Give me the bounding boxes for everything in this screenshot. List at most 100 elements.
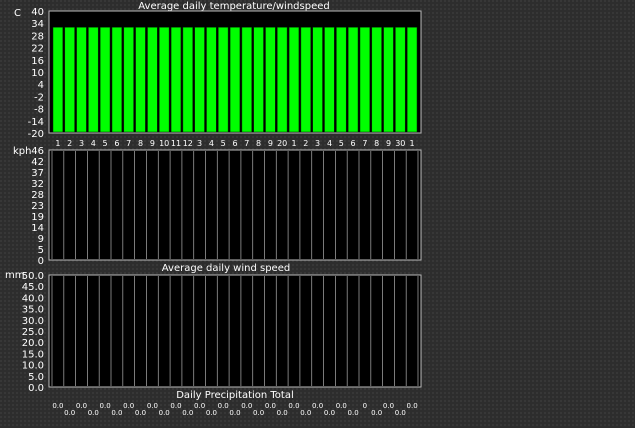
precip-value-label: 0.0 (312, 402, 323, 410)
temp-bar (265, 27, 276, 133)
temp-bar (99, 27, 111, 133)
precip-value-label: 0.0 (229, 409, 240, 417)
precip-y-tick-label: 40.0 (22, 293, 44, 304)
temp-y-tick-label: 10 (31, 68, 44, 79)
temp-bar (147, 27, 158, 133)
temp-bar (182, 27, 193, 133)
temp-bar (64, 27, 75, 133)
temp-bar (111, 27, 123, 133)
precip-chart-title: Daily Precipitation Total (176, 390, 294, 401)
temp-bar (312, 27, 323, 133)
temp-bar (218, 27, 229, 133)
precip-value-label: 0.0 (111, 409, 122, 417)
precip-y-tick-label: 50.0 (22, 271, 44, 282)
wind-y-tick-label: 19 (31, 212, 44, 223)
temp-x-tick-label: 3 (197, 139, 202, 148)
temp-bar (88, 27, 99, 133)
precip-value-label: 0.0 (324, 409, 335, 417)
temp-x-tick-label: 10 (159, 139, 169, 148)
wind-y-tick-label: 28 (31, 190, 44, 201)
precip-value-label: 0.0 (64, 409, 75, 417)
temp-x-tick-label: 12 (183, 139, 193, 148)
temp-y-axis-label: C (14, 8, 21, 19)
temp-bar (300, 27, 311, 133)
wind-y-tick-label: 0 (38, 256, 44, 267)
temp-x-tick-label: 3 (79, 139, 84, 148)
temp-x-tick-label: 2 (303, 139, 308, 148)
precip-value-label: 0.0 (277, 409, 288, 417)
temp-x-tick-label: 7 (362, 139, 367, 148)
precip-value-label: 0.0 (147, 402, 158, 410)
wind-y-tick-label: 9 (38, 234, 44, 245)
temp-bar (371, 27, 382, 133)
temp-bars (52, 27, 418, 133)
precip-y-tick-label: 30.0 (22, 316, 44, 327)
precip-value-label: 0.0 (218, 402, 229, 410)
precip-value-label: 0.0 (135, 409, 146, 417)
precip-value-label: 0.0 (76, 402, 87, 410)
wind-chart-title: Average daily wind speed (162, 263, 290, 274)
temp-x-tick-label: 6 (114, 139, 119, 148)
temp-bar (406, 27, 418, 133)
precip-y-tick-label: 0.0 (28, 383, 44, 394)
precip-y-tick-label: 20.0 (22, 338, 44, 349)
temp-x-tick-label: 30 (395, 139, 405, 148)
precip-y-tick-label: 5.0 (28, 372, 44, 383)
temp-y-tick-label: -20 (28, 129, 44, 140)
temp-y-tick-label: 4 (38, 80, 44, 91)
temp-y-tick-label: 34 (31, 19, 44, 30)
temp-x-tick-label: 1 (410, 139, 415, 148)
temp-bar (324, 27, 335, 133)
precip-y-tick-label: 45.0 (22, 282, 44, 293)
precip-value-label: 0.0 (206, 409, 217, 417)
temp-y-tick-label: 40 (31, 7, 44, 18)
temp-y-tick-label: 16 (31, 56, 44, 67)
temp-bar (123, 27, 134, 133)
temp-x-tick-label: 11 (171, 139, 181, 148)
temp-bar (395, 27, 406, 133)
wind-y-axis-label: kph (13, 146, 31, 157)
wind-y-tick-label: 46 (31, 146, 44, 157)
temp-y-tick-label: -8 (34, 105, 44, 116)
temp-bar (194, 27, 205, 133)
temp-x-tick-label: 8 (138, 139, 143, 148)
wind-y-tick-label: 37 (31, 168, 44, 179)
precip-value-label: 0 (363, 402, 367, 410)
temp-x-tick-label: 4 (209, 139, 214, 148)
precip-value-label: 0.0 (336, 402, 347, 410)
temp-bar (336, 27, 347, 133)
temp-x-tick-label: 9 (150, 139, 155, 148)
precip-y-ticks: 50.045.040.035.030.025.020.015.010.05.00… (22, 271, 44, 394)
temp-bar (383, 27, 394, 133)
temp-x-ticks: 1 2 3 4 5 6 7 8 9 10 11 12 3 4 5 6 7 8 9 20 1 2 3 4 5 6 7 8 9 30 1 (55, 139, 414, 148)
temp-bar (52, 27, 64, 133)
wind-y-tick-label: 42 (31, 157, 44, 168)
precip-value-label: 0.0 (182, 409, 193, 417)
temp-bar (170, 27, 182, 133)
precip-value-label: 0.0 (371, 409, 382, 417)
precip-value-label: 0.0 (52, 402, 63, 410)
temp-x-tick-label: 9 (386, 139, 391, 148)
temp-x-tick-label: 2 (67, 139, 72, 148)
temp-bar (253, 27, 264, 133)
precip-value-label: 0.0 (395, 409, 406, 417)
wind-y-tick-label: 5 (38, 245, 44, 256)
precip-value-label: 0.0 (407, 402, 418, 410)
precip-plot-area (48, 274, 422, 388)
temp-x-tick-label: 5 (339, 139, 344, 148)
wind-y-tick-label: 32 (31, 179, 44, 190)
precip-value-label: 0.0 (194, 402, 205, 410)
precip-y-tick-label: 15.0 (22, 349, 44, 360)
precip-value-labels: 0.00.00.00.00.00.00.00.00.00.00.00.00.00… (52, 402, 417, 417)
temp-bar (206, 27, 217, 133)
temp-bar (241, 27, 252, 133)
temp-x-tick-label: 5 (103, 139, 108, 148)
wind-plot-area (48, 149, 422, 261)
temp-x-tick-label: 3 (315, 139, 320, 148)
precip-value-label: 0.0 (100, 402, 111, 410)
temp-bar (288, 27, 300, 133)
temp-x-tick-label: 8 (374, 139, 379, 148)
precip-value-label: 0.0 (253, 409, 264, 417)
temp-x-tick-label: 6 (351, 139, 356, 148)
precip-y-tick-label: 25.0 (22, 327, 44, 338)
